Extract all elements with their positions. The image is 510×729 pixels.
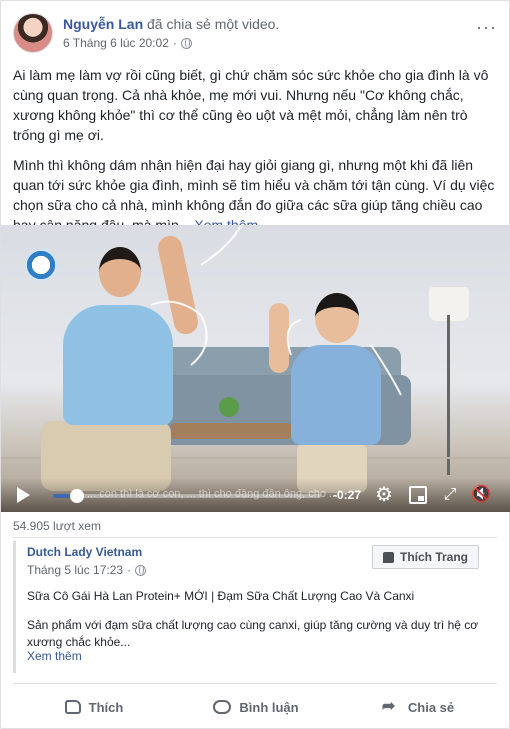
mute-icon[interactable]: 🔇 <box>471 486 491 504</box>
share-button[interactable]: ➦ Chia sẻ <box>337 691 499 723</box>
time-remaining: -0:27 <box>333 488 362 502</box>
like-label: Thích <box>88 699 124 715</box>
like-button[interactable]: Thích <box>13 691 175 723</box>
like-page-button[interactable]: Thích Trang <box>371 545 479 569</box>
divider <box>13 683 497 684</box>
brand-logo-icon <box>25 249 57 281</box>
comment-button[interactable]: Bình luận <box>175 691 337 723</box>
author-line: Nguyễn Lan đã chia sẻ một video. <box>63 16 279 32</box>
shared-meta: Tháng 5 lúc 17:23 · <box>27 563 147 577</box>
share-icon: ➦ <box>381 698 396 715</box>
post-text: Ai làm mẹ làm vợ rồi cũng biết, gì chứ c… <box>13 65 499 245</box>
view-count: 54.905 lượt xem <box>13 519 101 533</box>
shared-post: Dutch Lady Vietnam Tháng 5 lúc 17:23 · T… <box>13 541 499 673</box>
post-card: Nguyễn Lan đã chia sẻ một video. 6 Tháng… <box>0 0 510 729</box>
globe-icon <box>135 564 147 576</box>
more-options-icon[interactable]: ··· <box>476 17 497 38</box>
video-controls: ... con thì là cơ con, ... thì cho đặng … <box>1 478 510 512</box>
thumbs-up-icon <box>382 551 394 563</box>
muscle-outline-graphic <box>150 225 402 396</box>
post-action-text: đã chia sẻ một video. <box>147 16 280 32</box>
pip-icon[interactable] <box>409 486 427 504</box>
page-name[interactable]: Dutch Lady Vietnam <box>27 545 142 559</box>
shared-see-more-link[interactable]: Xem thêm <box>27 649 82 663</box>
shared-description: Sản phẩm với đạm sữa chất lượng cao cùng… <box>27 618 479 649</box>
video-caption: ... con thì là cơ con, ... thì cho đặng … <box>87 488 339 500</box>
action-bar: Thích Bình luận ➦ Chia sẻ <box>13 691 499 723</box>
shared-timestamp[interactable]: Tháng 5 lúc 17:23 <box>27 563 123 577</box>
post-timestamp[interactable]: 6 Tháng 6 lúc 20:02 <box>63 36 169 50</box>
share-label: Chia sẻ <box>407 699 455 715</box>
avatar[interactable] <box>13 13 53 53</box>
play-icon[interactable] <box>17 487 30 503</box>
post-header: Nguyễn Lan đã chia sẻ một video. 6 Tháng… <box>13 13 497 57</box>
post-paragraph-1: Ai làm mẹ làm vợ rồi cũng biết, gì chứ c… <box>13 67 489 143</box>
settings-gear-icon[interactable]: ⚙ <box>375 485 393 505</box>
progress-handle[interactable] <box>70 489 85 503</box>
shared-title[interactable]: Sữa Cô Gái Hà Lan Protein+ MỚI | Đạm Sữa… <box>27 589 414 603</box>
fullscreen-icon[interactable]: ⤢ <box>441 486 459 504</box>
author-name[interactable]: Nguyễn Lan <box>63 16 143 32</box>
video-player[interactable]: ... con thì là cơ con, ... thì cho đặng … <box>1 225 510 512</box>
thumbs-up-icon <box>64 700 81 714</box>
post-paragraph-2: Mình thì không dám nhận hiện đại hay giỏ… <box>13 155 499 235</box>
comment-icon <box>213 700 232 714</box>
globe-icon <box>180 37 192 49</box>
post-meta: 6 Tháng 6 lúc 20:02 · <box>63 36 192 50</box>
divider <box>13 537 497 538</box>
like-page-label: Thích Trang <box>399 550 468 564</box>
comment-label: Bình luận <box>239 699 299 715</box>
